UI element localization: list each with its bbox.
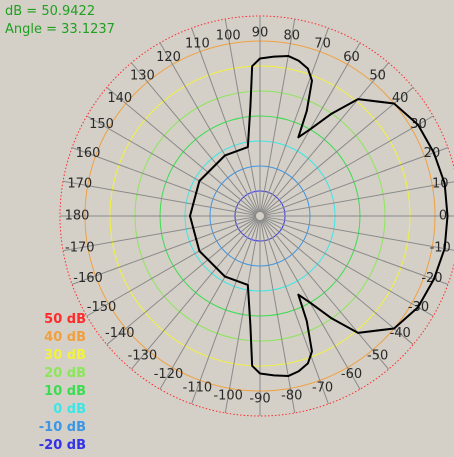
spoke-140 [106,87,258,214]
angle-label-180: 180 [65,209,90,224]
legend-item-40db: 40 dB [44,330,86,345]
angle-label--100: -100 [213,389,243,404]
angle-label-130: 130 [130,68,155,83]
spoke-50 [262,62,389,214]
angle-label-80: 80 [284,28,301,43]
angle-label--170: -170 [65,240,95,255]
polar-plot-window: dB = 50.9422 Angle = 33.1237 0 10 20 30 40 50… [0,0,454,457]
db-legend: 50 dB 40 dB 30 dB 20 dB 10 dB 0 dB -10 dB -20 d… [0,311,86,455]
legend-item--20db: -20 dB [38,438,86,453]
spoke--10 [263,216,454,251]
spoke-20 [263,147,449,216]
angle-label-120: 120 [156,50,181,65]
angle-label-70: 70 [314,37,331,52]
angle-label-0: 0 [439,209,447,224]
legend-item-50db: 50 dB [44,312,86,327]
angle-label-170: 170 [67,177,92,192]
angle-label-140: 140 [107,91,132,106]
angle-label-90: 90 [252,26,269,41]
legend-item-20db: 20 dB [44,366,86,381]
angle-label--110: -110 [183,380,213,395]
spoke-100 [224,18,260,213]
spoke-40 [262,87,414,214]
angle-label--70: -70 [312,380,333,395]
spoke-70 [260,27,329,213]
spoke--70 [260,219,329,405]
spoke--100 [224,219,260,414]
angle-label-100: 100 [216,28,241,43]
angle-label--60: -60 [341,367,362,382]
angle-label--80: -80 [281,389,302,404]
spoke--130 [131,218,258,370]
legend-item-10db: 10 dB [44,384,86,399]
legend-item-30db: 30 dB [44,348,86,363]
legend-item--10db: -10 dB [38,420,86,435]
spoke--20 [263,216,449,285]
polar-grid [59,15,454,417]
angle-label--150: -150 [87,300,117,315]
spoke-130 [131,62,258,214]
spoke-80 [260,18,296,213]
angle-label-160: 160 [76,146,101,161]
angle-label--120: -120 [154,367,184,382]
legend-item-0db: 0 dB [53,402,86,417]
spoke--80 [260,219,296,414]
angle-label-50: 50 [369,68,386,83]
angle-label-110: 110 [185,37,210,52]
spoke--50 [262,218,389,370]
angle-label--50: -50 [367,349,388,364]
angle-label-150: 150 [89,117,114,132]
angle-label--160: -160 [73,271,103,286]
angle-label--130: -130 [128,349,158,364]
angle-label--10: -10 [430,240,451,255]
angle-label--140: -140 [105,326,135,341]
angle-label-60: 60 [343,50,360,65]
spoke-10 [263,181,454,216]
angle-label--90: -90 [249,392,270,407]
